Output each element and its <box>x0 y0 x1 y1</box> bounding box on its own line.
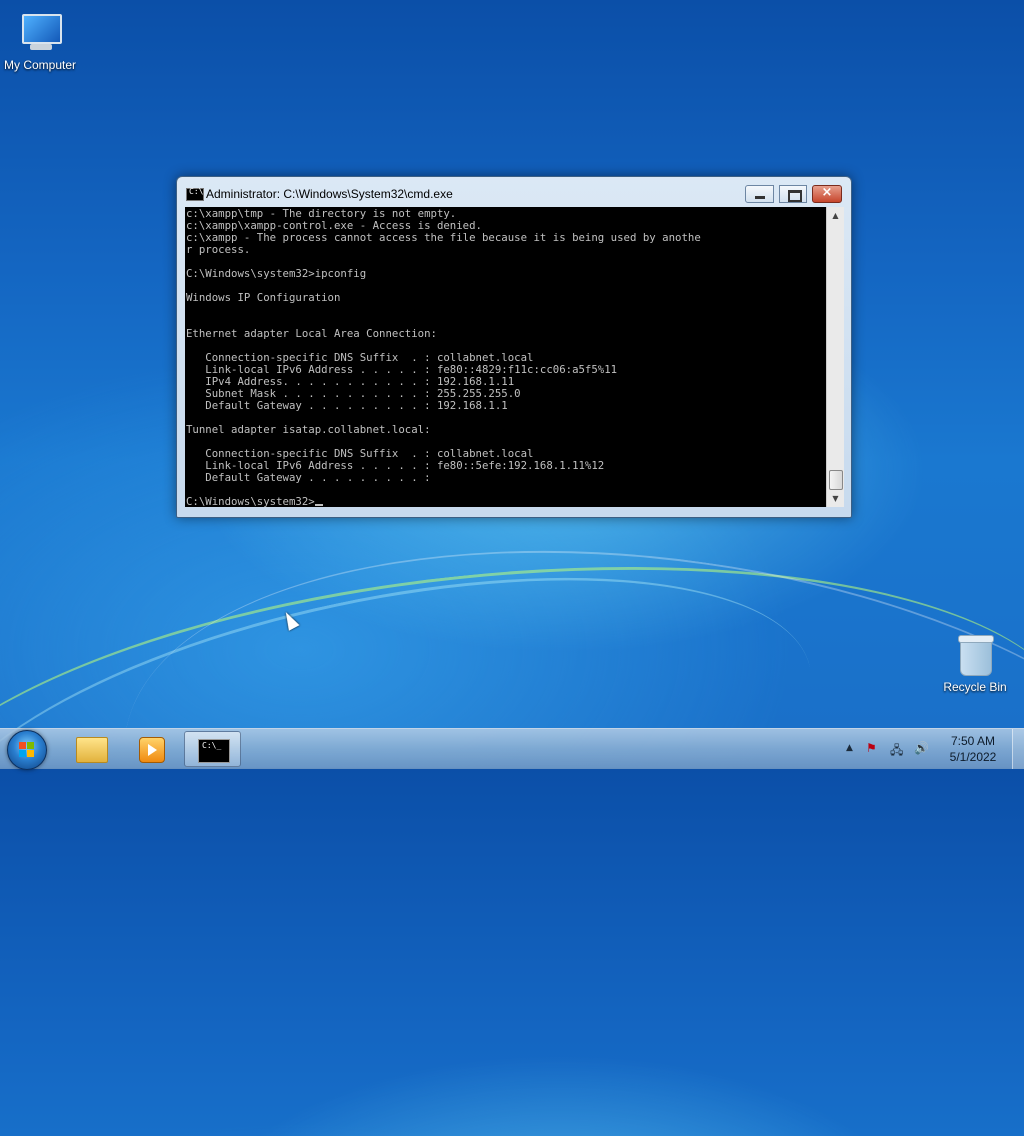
taskbar: C:\_ ▲ ⚑ 🖧 🔊 7:50 AM 5/1/2022 <box>0 728 1024 770</box>
wallpaper-swoosh <box>90 485 1024 1136</box>
minimize-icon <box>755 196 765 199</box>
window-titlebar[interactable]: C:\ Administrator: C:\Windows\System32\c… <box>177 177 851 207</box>
folder-icon <box>76 737 108 763</box>
scroll-down-arrow-icon[interactable]: ▼ <box>827 490 844 507</box>
close-icon: × <box>821 185 833 200</box>
recycle-bin-icon <box>958 632 994 676</box>
desktop-icon-label: Recycle Bin <box>943 680 1007 694</box>
notification-area: ▲ ⚑ 🖧 🔊 <box>842 729 942 769</box>
cmd-icon[interactable]: C:\ <box>186 187 204 201</box>
scroll-up-arrow-icon[interactable]: ▲ <box>827 207 844 224</box>
clock-date: 5/1/2022 <box>949 750 997 764</box>
start-button[interactable] <box>7 730 47 770</box>
console-output[interactable]: c:\xampp\tmp - The directory is not empt… <box>185 207 826 507</box>
maximize-button[interactable] <box>779 185 807 203</box>
maximize-icon <box>788 190 802 202</box>
computer-icon <box>18 10 62 54</box>
desktop-icon-recycle-bin[interactable]: Recycle Bin <box>935 632 1015 694</box>
cmd-icon: C:\_ <box>198 739 230 763</box>
show-desktop-button[interactable] <box>1012 729 1024 769</box>
console-text: c:\xampp\tmp - The directory is not empt… <box>186 207 701 508</box>
show-hidden-icons-icon[interactable]: ▲ <box>846 743 853 753</box>
taskbar-explorer-button[interactable] <box>62 731 119 767</box>
scrollbar-thumb[interactable] <box>829 470 843 490</box>
taskbar-clock[interactable]: 7:50 AM 5/1/2022 <box>940 733 1006 765</box>
text-cursor <box>314 504 323 506</box>
cmd-window[interactable]: C:\ Administrator: C:\Windows\System32\c… <box>176 176 852 518</box>
minimize-button[interactable] <box>745 185 774 203</box>
taskbar-media-player-button[interactable] <box>122 731 179 767</box>
clock-time: 7:50 AM <box>950 734 996 748</box>
action-center-flag-icon[interactable]: ⚑ <box>866 741 877 755</box>
network-icon[interactable]: 🖧 <box>890 741 903 762</box>
window-title: Administrator: C:\Windows\System32\cmd.e… <box>206 187 453 201</box>
volume-icon[interactable]: 🔊 <box>914 741 929 755</box>
desktop-icon-label: My Computer <box>3 58 77 72</box>
media-player-icon <box>139 737 165 763</box>
taskbar-cmd-button[interactable]: C:\_ <box>184 731 241 767</box>
desktop-icon-my-computer[interactable]: My Computer <box>0 10 80 72</box>
close-button[interactable]: × <box>812 185 842 203</box>
vertical-scrollbar[interactable]: ▲ ▼ <box>826 207 844 507</box>
windows-logo-icon <box>19 742 35 758</box>
